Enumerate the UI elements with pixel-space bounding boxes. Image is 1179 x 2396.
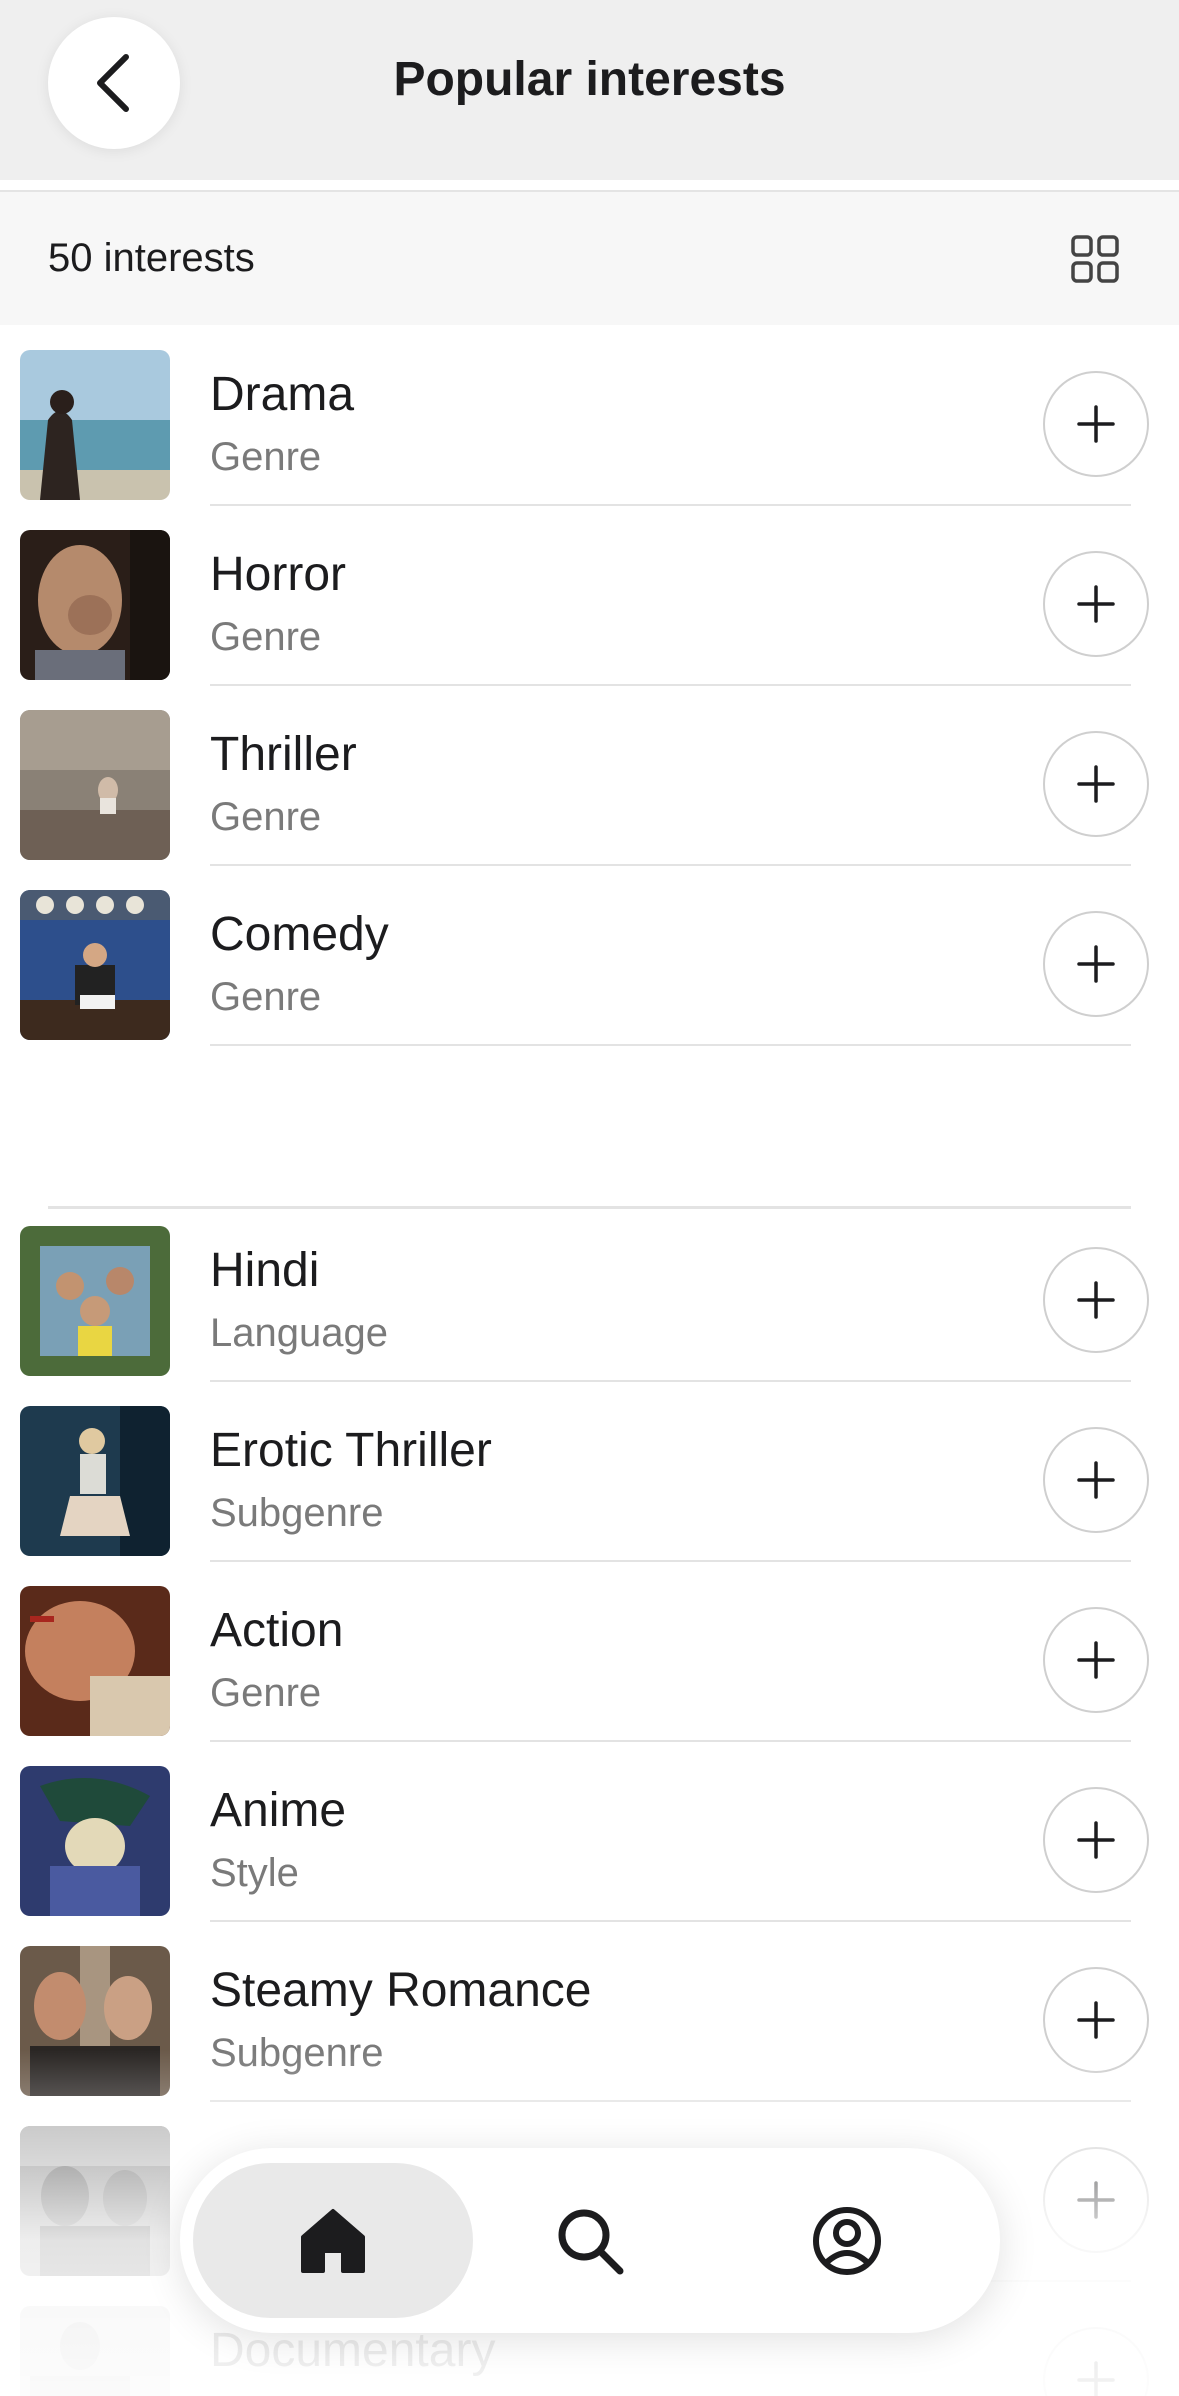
thumbnail-image [20, 2126, 170, 2276]
list-item[interactable]: Comedy Genre [0, 865, 1179, 1046]
interest-category: Genre [210, 615, 322, 659]
thumbnail-image [20, 1406, 170, 1556]
interest-title: Hindi [210, 1244, 320, 1297]
home-icon [301, 2208, 365, 2273]
add-interest-button[interactable] [1043, 731, 1149, 837]
tab-profile[interactable] [707, 2163, 987, 2318]
thumbnail-image [20, 1226, 170, 1376]
plus-icon [1077, 585, 1115, 623]
interest-title: Drama [210, 368, 355, 421]
interest-category: Genre [210, 435, 322, 479]
view-toggle-button[interactable] [1070, 234, 1120, 284]
list-item[interactable]: Erotic Thriller Subgenre [0, 1381, 1179, 1562]
add-interest-button[interactable] [1043, 1967, 1149, 2073]
interest-title: Steamy Romance [210, 1964, 592, 2017]
plus-icon [1077, 1461, 1115, 1499]
plus-icon [1077, 1641, 1115, 1679]
interest-title: Horror [210, 548, 347, 601]
add-interest-button[interactable] [1043, 1427, 1149, 1533]
section-divider [48, 1206, 1131, 1209]
add-interest-button[interactable] [1043, 1787, 1149, 1893]
interest-category: Genre [210, 975, 322, 1019]
add-interest-button[interactable] [1043, 551, 1149, 657]
add-interest-button[interactable] [1043, 1247, 1149, 1353]
plus-icon [1077, 945, 1115, 983]
page-title: Popular interests [393, 53, 786, 106]
interest-title: Anime [210, 1784, 347, 1837]
list-item[interactable]: Hindi Language [0, 1201, 1179, 1382]
plus-icon [1077, 1281, 1115, 1319]
interest-count-bar: 50 interests [0, 190, 1179, 325]
list-item[interactable]: Horror Genre [0, 505, 1179, 686]
list-item[interactable]: Anime Style [0, 1741, 1179, 1922]
add-interest-button[interactable] [1043, 911, 1149, 1017]
interest-category: Genre [210, 795, 322, 839]
interest-category: Subgenre [210, 2031, 384, 2075]
plus-icon [1077, 1821, 1115, 1859]
add-interest-button[interactable] [1043, 1607, 1149, 1713]
interest-category: Genre [210, 1671, 322, 1715]
interest-category: Language [210, 1311, 388, 1355]
bottom-tab-bar [180, 2148, 1000, 2333]
list-item[interactable]: Drama Genre [0, 325, 1179, 506]
tab-search[interactable] [450, 2163, 730, 2318]
tab-home[interactable] [193, 2163, 473, 2318]
add-interest-button[interactable] [1043, 2327, 1149, 2396]
interest-title: Action [210, 1604, 344, 1657]
plus-icon [1077, 765, 1115, 803]
thumbnail-image [20, 1766, 170, 1916]
thumbnail-image [20, 2306, 170, 2396]
add-interest-button[interactable] [1043, 371, 1149, 477]
plus-icon [1077, 405, 1115, 443]
thumbnail-image [20, 710, 170, 860]
list-item[interactable]: Thriller Genre [0, 685, 1179, 866]
interest-title: Erotic Thriller [210, 1424, 492, 1477]
search-icon [558, 2209, 624, 2274]
thumbnail-image [20, 350, 170, 500]
thumbnail-image [20, 530, 170, 680]
list-item[interactable]: Action Genre [0, 1561, 1179, 1742]
interest-category: Style [210, 1851, 299, 1895]
interest-category: Subgenre [210, 1491, 384, 1535]
row-divider [210, 1044, 1131, 1046]
thumbnail-image [20, 1946, 170, 2096]
top-bar: Popular interests [0, 0, 1179, 180]
list-item[interactable]: Steamy Romance Subgenre [0, 1921, 1179, 2102]
interest-title: Thriller [210, 728, 357, 781]
plus-icon [1077, 2001, 1115, 2039]
thumbnail-image [20, 1586, 170, 1736]
thumbnail-image [20, 890, 170, 1040]
plus-icon [1077, 2361, 1115, 2396]
add-interest-button[interactable] [1043, 2147, 1149, 2253]
interest-count: 50 interests [48, 236, 255, 280]
plus-icon [1077, 2181, 1115, 2219]
profile-icon [813, 2206, 881, 2275]
grid-icon [1071, 235, 1119, 283]
interest-title: Comedy [210, 908, 389, 961]
